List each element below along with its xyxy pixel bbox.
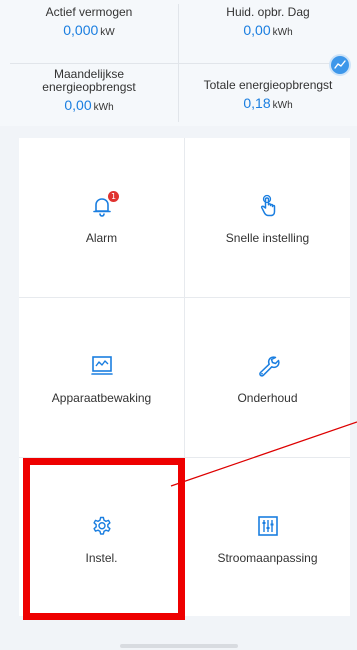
home-indicator [120,644,238,648]
annotation-highlight-box [23,458,185,620]
